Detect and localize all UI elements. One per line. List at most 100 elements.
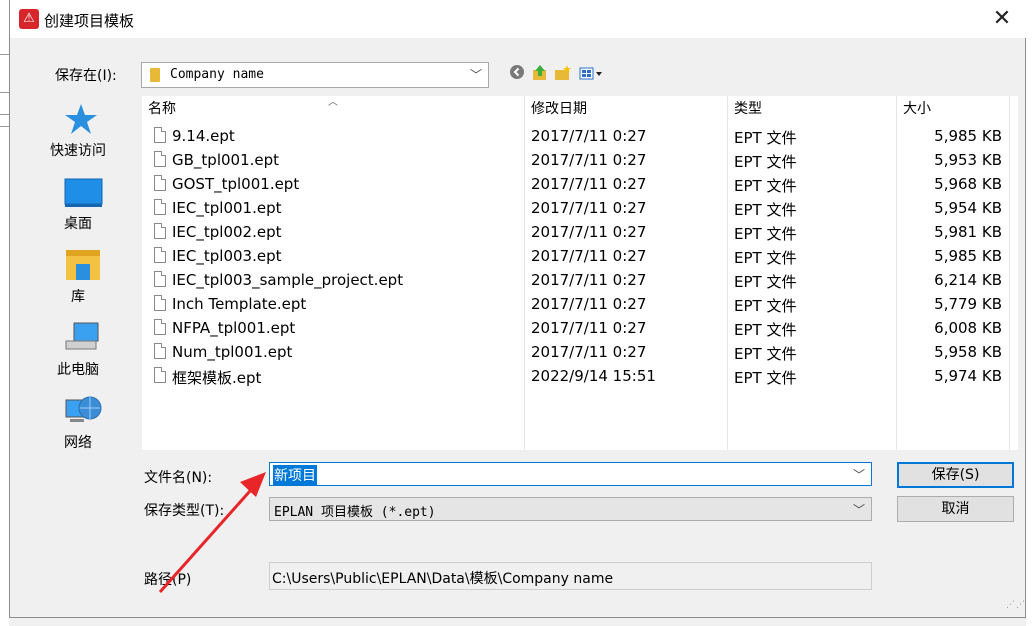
file-icon bbox=[154, 319, 166, 335]
place-network[interactable]: 网络 bbox=[18, 388, 138, 456]
place-label: 库 bbox=[71, 289, 85, 305]
sort-ascending-icon: ︿ bbox=[328, 97, 338, 108]
file-icon bbox=[154, 175, 166, 191]
file-row[interactable]: IEC_tpl001.ept 2017/7/11 0:27 EPT 文件 5,954 … bbox=[142, 196, 1010, 220]
library-icon bbox=[64, 248, 100, 282]
file-name: 9.14.ept bbox=[172, 127, 235, 145]
save-dialog: ⚠ 创建项目模板 ✕ 保存在(I): Company name ﹀ 快速访问 桌… bbox=[9, 0, 1027, 618]
close-button[interactable]: ✕ bbox=[985, 4, 1019, 34]
place-label: 此电脑 bbox=[57, 362, 99, 378]
file-row[interactable]: 9.14.ept 2017/7/11 0:27 EPT 文件 5,985 KB bbox=[142, 124, 1010, 148]
place-this-pc[interactable]: 此电脑 bbox=[18, 315, 138, 383]
file-name: GOST_tpl001.ept bbox=[172, 175, 300, 193]
file-name: IEC_tpl002.ept bbox=[172, 223, 282, 241]
file-size: 5,953 KB bbox=[934, 151, 1002, 169]
cancel-button[interactable]: 取消 bbox=[897, 496, 1014, 522]
file-type: EPT 文件 bbox=[734, 225, 797, 243]
file-type: EPT 文件 bbox=[734, 201, 797, 219]
place-label: 桌面 bbox=[64, 216, 92, 232]
file-name: IEC_tpl001.ept bbox=[172, 199, 282, 217]
file-type: EPT 文件 bbox=[734, 153, 797, 171]
title-bar: ⚠ 创建项目模板 ✕ bbox=[10, 0, 1027, 38]
computer-icon bbox=[64, 321, 100, 355]
path-value: C:\Users\Public\EPLAN\Data\模板\Company na… bbox=[272, 571, 614, 587]
file-type: EPT 文件 bbox=[734, 345, 797, 363]
file-size: 5,985 KB bbox=[934, 127, 1002, 145]
list-scroll-gutter bbox=[1010, 96, 1018, 450]
place-label: 网络 bbox=[64, 435, 92, 451]
file-size: 5,779 KB bbox=[934, 295, 1002, 313]
save-in-label: 保存在(I): bbox=[55, 68, 117, 84]
file-modified: 2017/7/11 0:27 bbox=[531, 175, 647, 193]
file-modified: 2022/9/14 15:51 bbox=[531, 367, 656, 385]
place-desktop[interactable]: 桌面 bbox=[18, 169, 138, 237]
file-name: Num_tpl001.ept bbox=[172, 343, 293, 361]
new-folder-icon[interactable] bbox=[554, 64, 572, 82]
file-row[interactable]: Inch Template.ept 2017/7/11 0:27 EPT 文件 5,7… bbox=[142, 292, 1010, 316]
file-row[interactable]: NFPA_tpl001.ept 2017/7/11 0:27 EPT 文件 6,008… bbox=[142, 316, 1010, 340]
path-field[interactable]: C:\Users\Public\EPLAN\Data\模板\Company na… bbox=[269, 562, 872, 590]
save-button[interactable]: 保存(S) bbox=[897, 462, 1014, 488]
file-row[interactable]: IEC_tpl003_sample_project.ept 2017/7/11 0… bbox=[142, 268, 1010, 292]
file-row[interactable]: IEC_tpl002.ept 2017/7/11 0:27 EPT 文件 5,981 … bbox=[142, 220, 1010, 244]
file-size: 5,968 KB bbox=[934, 175, 1002, 193]
file-row[interactable]: 框架模板.ept 2022/9/14 15:51 EPT 文件 5,974 KB bbox=[142, 364, 1010, 388]
column-header-type[interactable]: 类型 bbox=[734, 96, 762, 122]
filetype-label: 保存类型(T): bbox=[144, 503, 225, 519]
file-row[interactable]: IEC_tpl003.ept 2017/7/11 0:27 EPT 文件 5,985 … bbox=[142, 244, 1010, 268]
file-size: 5,974 KB bbox=[934, 367, 1002, 385]
file-icon bbox=[154, 151, 166, 167]
file-modified: 2017/7/11 0:27 bbox=[531, 199, 647, 217]
file-icon bbox=[154, 271, 166, 287]
eplan-app-icon: ⚠ bbox=[19, 9, 39, 29]
file-icon bbox=[154, 247, 166, 263]
file-name: IEC_tpl003.ept bbox=[172, 247, 282, 265]
filetype-select[interactable]: EPLAN 项目模板 (*.ept) ﹀ bbox=[269, 497, 872, 521]
path-label: 路径(P) bbox=[144, 572, 192, 588]
back-icon[interactable] bbox=[508, 64, 526, 82]
file-name: 框架模板.ept bbox=[172, 369, 262, 387]
file-modified: 2017/7/11 0:27 bbox=[531, 127, 647, 145]
file-type: EPT 文件 bbox=[734, 321, 797, 339]
up-folder-icon[interactable] bbox=[531, 64, 549, 82]
file-row[interactable]: GOST_tpl001.ept 2017/7/11 0:27 EPT 文件 5,968… bbox=[142, 172, 1010, 196]
filename-value: 新项目 bbox=[273, 465, 317, 485]
file-name: GB_tpl001.ept bbox=[172, 151, 280, 169]
save-in-combo[interactable]: Company name ﹀ bbox=[141, 62, 489, 88]
network-icon bbox=[64, 394, 102, 428]
column-header-modified[interactable]: 修改日期 bbox=[531, 96, 587, 122]
chevron-down-icon[interactable]: ﹀ bbox=[853, 466, 865, 483]
filename-label: 文件名(N): bbox=[144, 470, 213, 486]
file-list: ︿ 名称 修改日期 类型 大小 9.14.ept 2017/7/11 0:27 EP… bbox=[142, 96, 1010, 450]
resize-grip-icon[interactable]: ⋰⋰ bbox=[1006, 600, 1026, 610]
file-name: IEC_tpl003_sample_project.ept bbox=[172, 271, 404, 289]
file-icon bbox=[154, 223, 166, 239]
file-type: EPT 文件 bbox=[734, 369, 797, 387]
file-icon bbox=[154, 199, 166, 215]
places-bar: 快速访问 桌面 库 此电脑 网络 bbox=[18, 96, 138, 540]
file-type: EPT 文件 bbox=[734, 249, 797, 267]
file-size: 5,981 KB bbox=[934, 223, 1002, 241]
chevron-down-icon: ﹀ bbox=[852, 503, 865, 517]
place-library[interactable]: 库 bbox=[18, 242, 138, 310]
file-modified: 2017/7/11 0:27 bbox=[531, 319, 647, 337]
column-header-name[interactable]: 名称 bbox=[148, 96, 176, 122]
view-menu-icon[interactable] bbox=[578, 64, 606, 82]
file-modified: 2017/7/11 0:27 bbox=[531, 295, 647, 313]
file-size: 5,958 KB bbox=[934, 343, 1002, 361]
file-modified: 2017/7/11 0:27 bbox=[531, 151, 647, 169]
filename-input[interactable]: 新项目 ﹀ bbox=[269, 462, 872, 486]
file-size: 6,008 KB bbox=[934, 319, 1002, 337]
filetype-value: EPLAN 项目模板 (*.ept) bbox=[274, 505, 436, 520]
file-icon bbox=[154, 127, 166, 143]
file-modified: 2017/7/11 0:27 bbox=[531, 343, 647, 361]
save-in-value: Company name bbox=[170, 67, 264, 82]
file-type: EPT 文件 bbox=[734, 177, 797, 195]
file-row[interactable]: GB_tpl001.ept 2017/7/11 0:27 EPT 文件 5,953 K… bbox=[142, 148, 1010, 172]
file-modified: 2017/7/11 0:27 bbox=[531, 271, 647, 289]
place-quick-access[interactable]: 快速访问 bbox=[18, 96, 138, 164]
desktop-icon bbox=[64, 175, 103, 209]
file-row[interactable]: Num_tpl001.ept 2017/7/11 0:27 EPT 文件 5,958 … bbox=[142, 340, 1010, 364]
file-type: EPT 文件 bbox=[734, 273, 797, 291]
column-header-size[interactable]: 大小 bbox=[903, 96, 931, 122]
